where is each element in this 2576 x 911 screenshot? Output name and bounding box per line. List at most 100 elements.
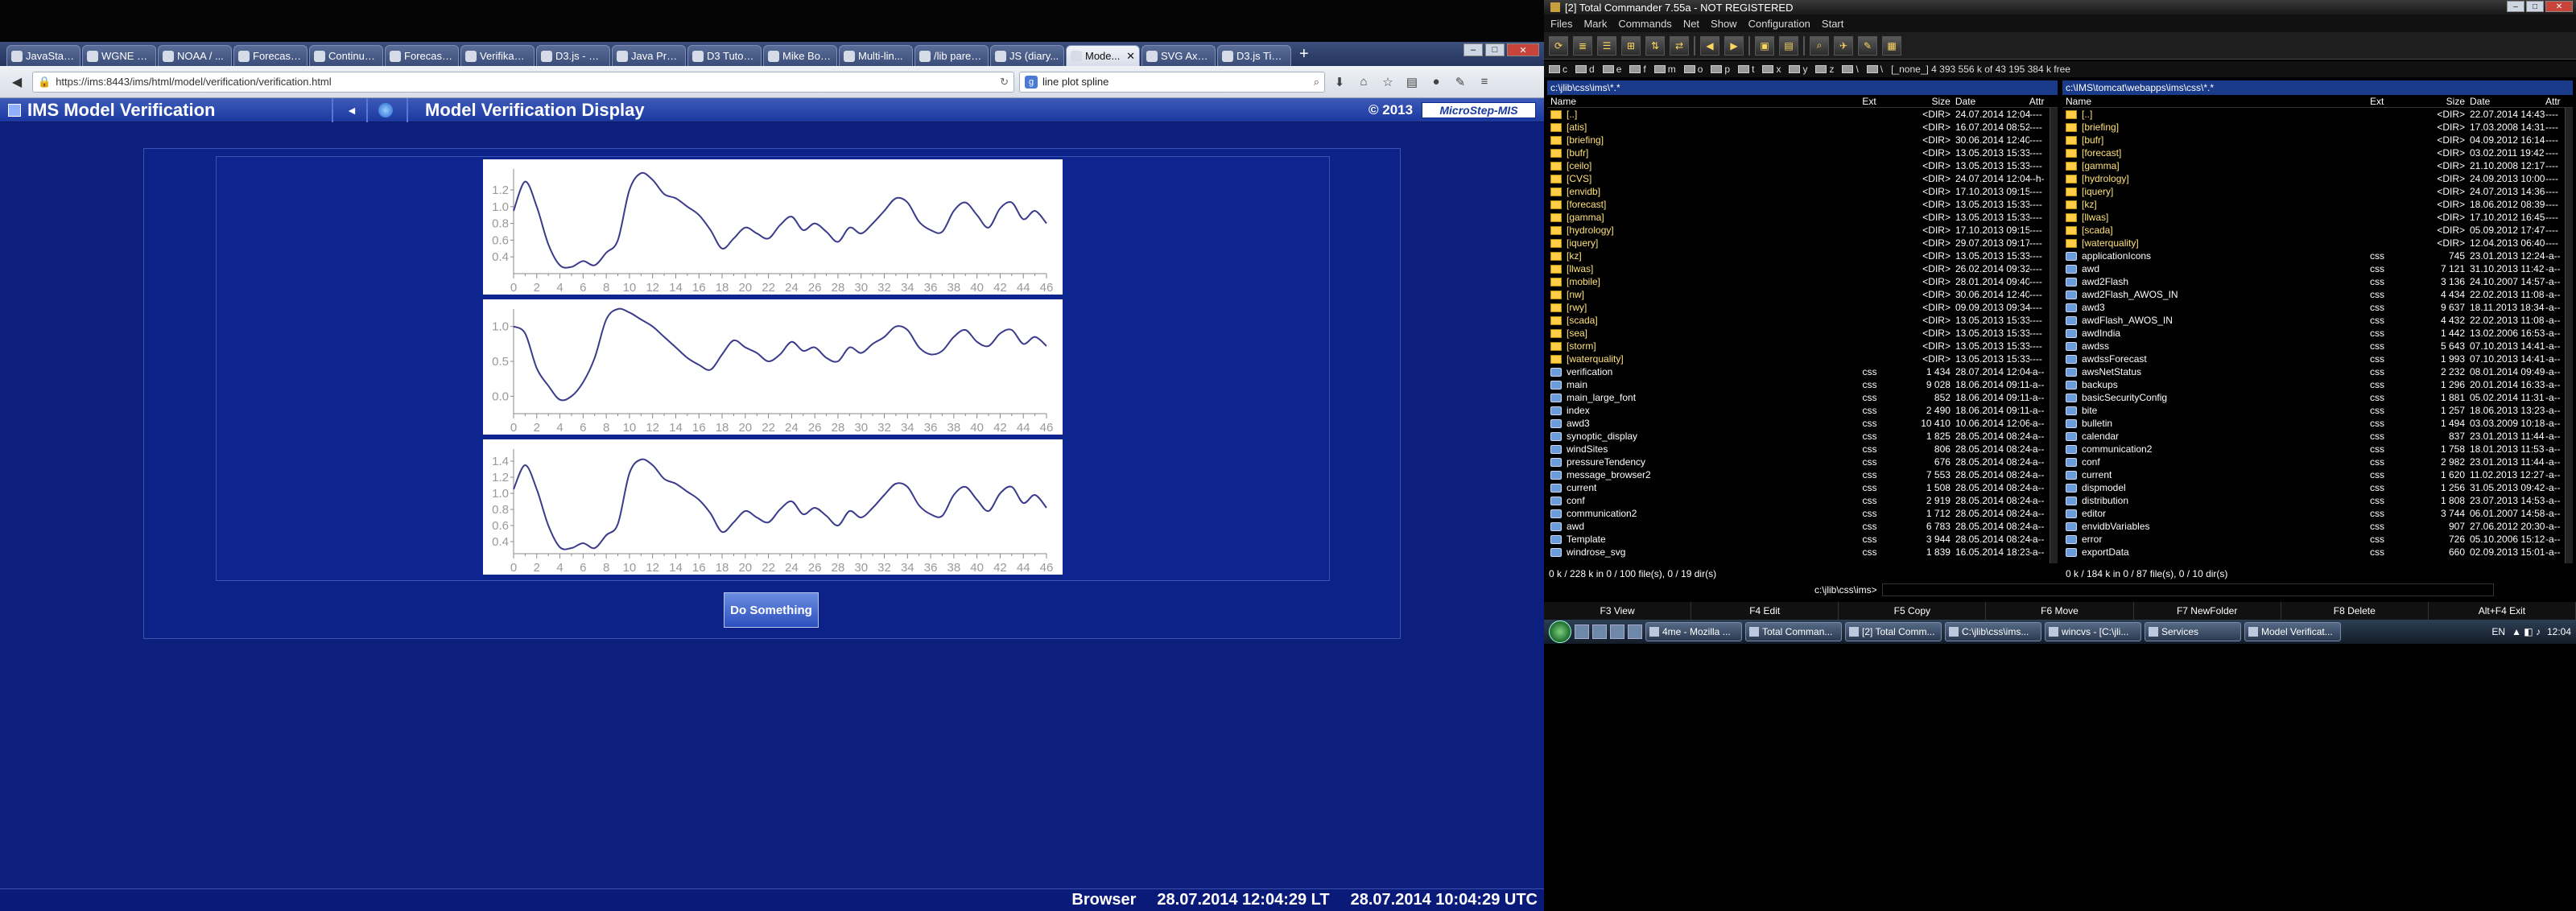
folder-row[interactable]: [scada] <DIR> 13.05.2013 15:33 ---- [1547, 314, 2058, 327]
language-indicator[interactable]: EN [2491, 626, 2505, 637]
tray-icons[interactable]: ▲ ◧ ♪ [2512, 626, 2541, 637]
folder-row[interactable]: [gamma] <DIR> 21.10.2008 12:17 ---- [2062, 159, 2573, 172]
clock[interactable]: 12:04 [2547, 626, 2571, 637]
drive-button-9[interactable]: y [1789, 64, 1807, 75]
refresh-icon[interactable]: ⟳ [1549, 35, 1568, 56]
maximize-icon[interactable]: □ [2526, 1, 2544, 12]
back-icon[interactable]: ◀ [6, 72, 27, 93]
fkey-button-4[interactable]: F7 NewFolder [2134, 602, 2281, 620]
col-name[interactable]: Name [2062, 96, 2370, 107]
drive-button-11[interactable]: \ [1842, 64, 1859, 75]
menu-item-commands[interactable]: Commands [1618, 18, 1671, 30]
file-row[interactable]: awd2Flash css 3 136 24.10.2007 14:57 -a-- [2062, 275, 2573, 288]
folder-row[interactable]: [hydrology] <DIR> 24.09.2013 10:00 ---- [2062, 172, 2573, 185]
tab-14[interactable]: Mode... ✕ [1066, 45, 1140, 66]
file-row[interactable]: communication2 css 1 758 18.01.2013 11:53 -a… [2062, 443, 2573, 455]
drive-button-10[interactable]: z [1815, 64, 1834, 75]
col-ext[interactable]: Ext [2370, 96, 2401, 107]
fkey-button-1[interactable]: F4 Edit [1691, 602, 1839, 620]
file-row[interactable]: message_browser2 css 7 553 28.05.2014 08:24… [1547, 468, 2058, 481]
drive-button-1[interactable]: d [1575, 64, 1595, 75]
drive-button-3[interactable]: f [1629, 64, 1646, 75]
file-row[interactable]: main css 9 028 18.06.2014 09:11 -a-- [1547, 378, 2058, 391]
tab-close-icon[interactable]: ✕ [1126, 50, 1135, 63]
folder-row[interactable]: [briefing] <DIR> 17.03.2008 14:31 ---- [2062, 121, 2573, 134]
taskbar-item-3[interactable]: C:\jlib\css\ims... [1945, 622, 2041, 641]
folder-row[interactable]: [sea] <DIR> 13.05.2013 15:33 ---- [1547, 327, 2058, 340]
close-icon[interactable]: ✕ [1507, 43, 1539, 56]
file-row[interactable]: awd3 css 9 637 18.11.2013 18:34 -a-- [2062, 301, 2573, 314]
menu-item-files[interactable]: Files [1550, 18, 1572, 30]
tab-3[interactable]: Forecast ... [233, 45, 308, 66]
fkey-button-6[interactable]: Alt+F4 Exit [2429, 602, 2576, 620]
folder-row[interactable]: [bufr] <DIR> 13.05.2013 15:33 ---- [1547, 146, 2058, 159]
col-attr[interactable]: Attr [2029, 96, 2058, 107]
folder-row[interactable]: [..] <DIR> 22.07.2014 14:43 ---- [2062, 108, 2573, 121]
file-row[interactable]: index css 2 490 18.06.2014 09:11 -a-- [1547, 404, 2058, 417]
folder-row[interactable]: [waterquality] <DIR> 13.05.2013 15:33 ---- [1547, 352, 2058, 365]
taskbar-item-4[interactable]: wincvs - [C:\jli... [2045, 622, 2141, 641]
minimize-icon[interactable]: – [1463, 43, 1483, 56]
command-input[interactable] [1881, 583, 2494, 596]
folder-row[interactable]: [hydrology] <DIR> 17.10.2013 09:15 ---- [1547, 224, 2058, 237]
folder-row[interactable]: [kz] <DIR> 18.06.2012 08:39 ---- [2062, 198, 2573, 211]
folder-row[interactable]: [iquery] <DIR> 29.07.2013 09:17 ---- [1547, 237, 2058, 249]
col-attr[interactable]: Attr [2545, 96, 2573, 107]
folder-row[interactable]: [kz] <DIR> 13.05.2013 15:33 ---- [1547, 249, 2058, 262]
menu-icon[interactable]: ≡ [1475, 72, 1494, 92]
tab-8[interactable]: Java Prac... [612, 45, 686, 66]
drive-button-5[interactable]: o [1683, 64, 1703, 75]
folder-row[interactable]: [forecast] <DIR> 03.02.2011 19:42 ---- [2062, 146, 2573, 159]
folder-row[interactable]: [scada] <DIR> 05.09.2012 17:47 ---- [2062, 224, 2573, 237]
file-row[interactable]: pressureTendency css 676 28.05.2014 08:24 -a… [1547, 455, 2058, 468]
folder-row[interactable]: [llwas] <DIR> 26.02.2014 09:32 ---- [1547, 262, 2058, 275]
file-row[interactable]: communication2 css 1 712 28.05.2014 08:24 -a… [1547, 507, 2058, 520]
file-row[interactable]: awd2Flash_AWOS_IN css 4 434 22.02.2013 11:0… [2062, 288, 2573, 301]
unpack-icon[interactable]: ▤ [1779, 35, 1798, 56]
col-size[interactable]: Size [2401, 96, 2465, 107]
col-size[interactable]: Size [1892, 96, 1951, 107]
minimize-icon[interactable]: – [2507, 1, 2524, 12]
globe-icon[interactable] [378, 102, 393, 117]
folder-row[interactable]: [iquery] <DIR> 24.07.2013 14:36 ---- [2062, 185, 2573, 198]
taskbar-item-2[interactable]: [2] Total Comm... [1845, 622, 1942, 641]
quicklaunch-browser-icon[interactable] [1610, 625, 1624, 639]
drive-button-7[interactable]: t [1738, 64, 1754, 75]
tab-1[interactable]: WGNE as... [82, 45, 156, 66]
clipboard-icon[interactable]: ▤ [1402, 72, 1422, 92]
quicklaunch-explorer-icon[interactable] [1592, 625, 1607, 639]
invert-selection-icon[interactable]: ⇄ [1670, 35, 1689, 56]
close-icon[interactable]: ✕ [2545, 1, 2573, 12]
taskbar-item-6[interactable]: Model Verificat... [2244, 622, 2341, 641]
file-row[interactable]: awdFlash_AWOS_IN css 4 432 22.02.2013 11:08… [2062, 314, 2573, 327]
file-row[interactable]: distribution css 1 808 23.07.2013 14:53 -a-- [2062, 494, 2573, 507]
folder-row[interactable]: [storm] <DIR> 13.05.2013 15:33 ---- [1547, 340, 2058, 352]
file-row[interactable]: verification css 1 434 28.07.2014 12:04 -a-- [1547, 365, 2058, 378]
sort-icon[interactable]: ⇅ [1645, 35, 1665, 56]
full-view-icon[interactable]: ☰ [1597, 35, 1616, 56]
menu-item-net[interactable]: Net [1683, 18, 1699, 30]
file-row[interactable]: Template css 3 944 28.05.2014 08:24 -a-- [1547, 533, 2058, 546]
folder-row[interactable]: [briefing] <DIR> 30.06.2014 12:40 ---- [1547, 134, 2058, 146]
folder-row[interactable]: [llwas] <DIR> 17.10.2012 16:45 ---- [2062, 211, 2573, 224]
tab-4[interactable]: Continuo... [309, 45, 383, 66]
file-row[interactable]: awdssForecast css 1 993 07.10.2013 14:41 -a-… [2062, 352, 2573, 365]
bookmarks-icon[interactable]: ☆ [1378, 72, 1397, 92]
folder-row[interactable]: [waterquality] <DIR> 12.04.2013 06:40 ---- [2062, 237, 2573, 249]
fkey-button-3[interactable]: F6 Move [1986, 602, 2134, 620]
drive-button-6[interactable]: p [1711, 64, 1730, 75]
file-row[interactable]: envidbVariables css 907 27.06.2012 20:30 -a-… [2062, 520, 2573, 533]
quicklaunch-desktop-icon[interactable] [1575, 625, 1589, 639]
multirename-icon[interactable]: ✎ [1858, 35, 1877, 56]
file-row[interactable]: bulletin css 1 494 03.03.2009 10:18 -a-- [2062, 417, 2573, 430]
tab-2[interactable]: NOAA / ... [158, 45, 232, 66]
url-bar[interactable]: 🔒 https://ims:8443/ims/html/model/verifi… [32, 71, 1014, 93]
do-something-button[interactable]: Do Something [724, 592, 819, 628]
tab-7[interactable]: D3.js - Data-D... [536, 45, 610, 66]
folder-row[interactable]: [bufr] <DIR> 04.09.2012 16:14 ---- [2062, 134, 2573, 146]
notepad-icon[interactable]: ▦ [1882, 35, 1901, 56]
file-row[interactable]: calendar css 837 23.01.2013 11:44 -a-- [2062, 430, 2573, 443]
tab-5[interactable]: Forecast-... [385, 45, 459, 66]
left-scrollbar[interactable] [2050, 108, 2058, 563]
ftp-icon[interactable]: ✈ [1834, 35, 1853, 56]
